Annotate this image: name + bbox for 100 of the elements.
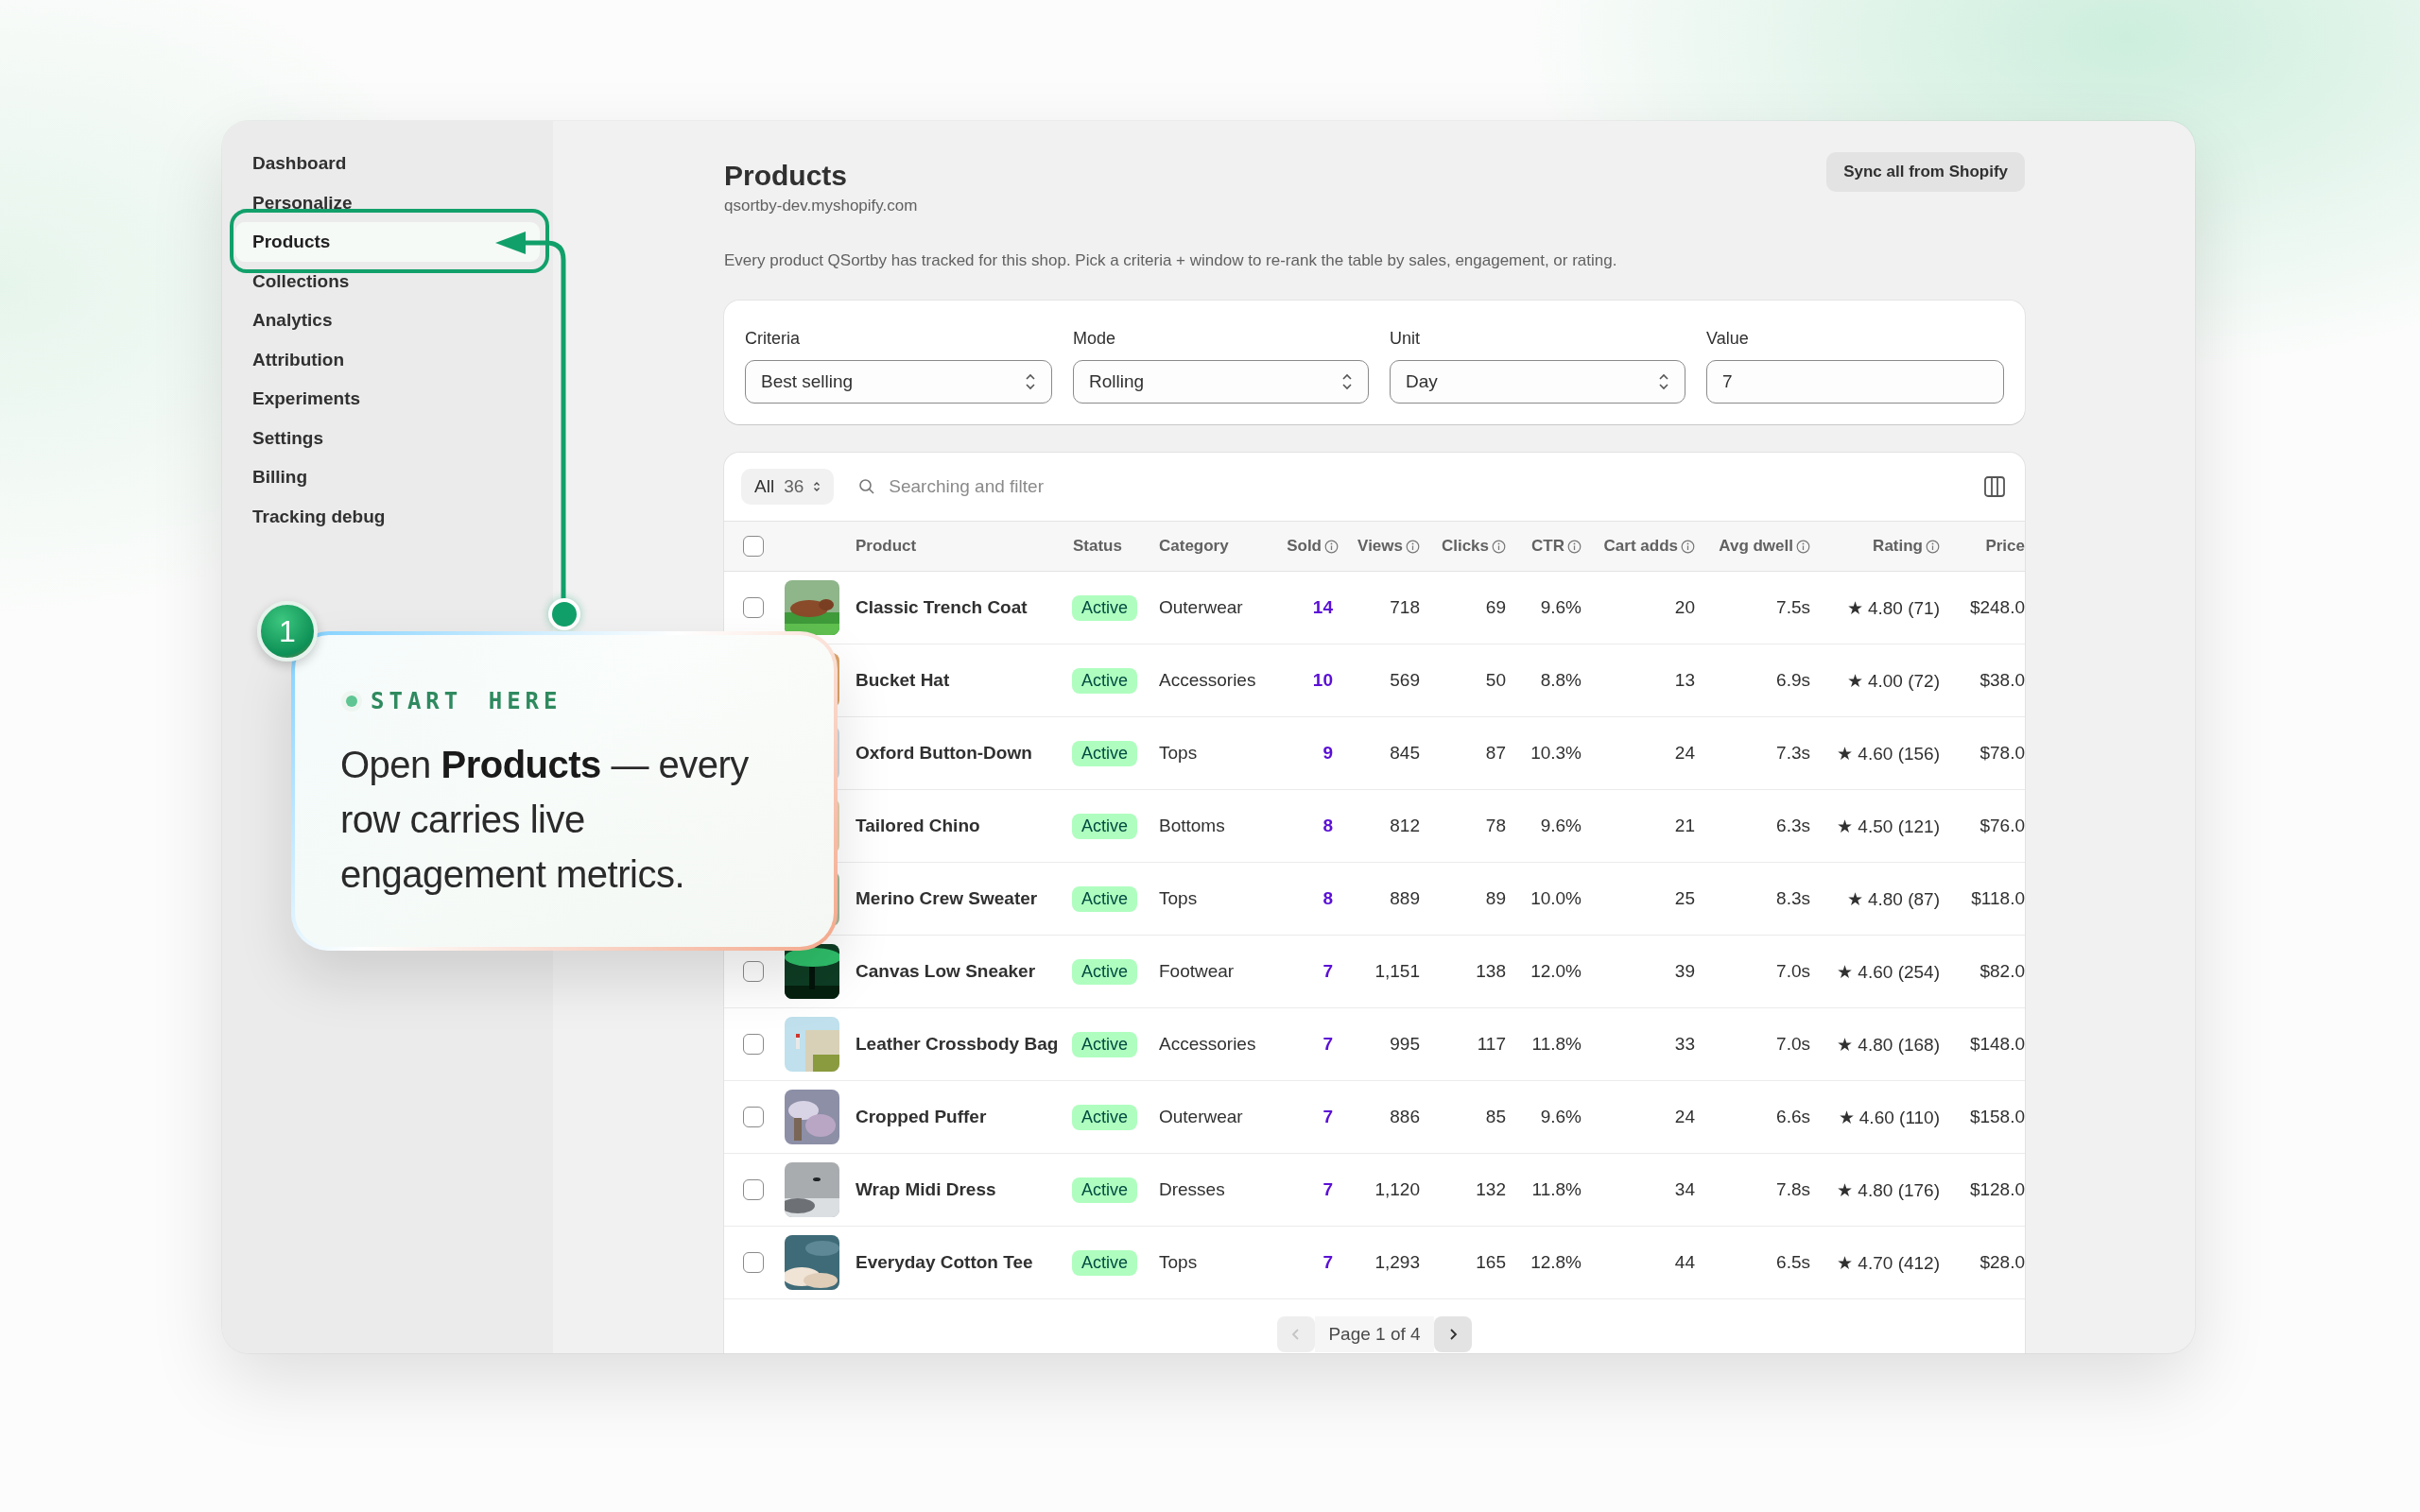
select-field[interactable]: Rolling [1073, 360, 1369, 404]
ctr-cell: 12.0% [1530, 961, 1582, 982]
select-field[interactable]: Day [1390, 360, 1685, 404]
ctr-cell: 11.8% [1531, 1179, 1582, 1200]
chevron-up-down-icon [1658, 372, 1669, 391]
select-all-checkbox[interactable] [743, 536, 764, 557]
sidebar-item[interactable]: Settings [235, 418, 540, 457]
row-checkbox[interactable] [743, 961, 764, 982]
sidebar-item[interactable]: Billing [235, 457, 540, 497]
sidebar-item[interactable]: Collections [235, 261, 540, 301]
sidebar-item[interactable]: Analytics [235, 301, 540, 340]
status-badge: Active [1072, 813, 1138, 839]
cart-adds-cell: 44 [1674, 1252, 1695, 1273]
category-cell: Outerwear [1159, 597, 1243, 618]
product-name: Leather Crossbody Bag [856, 1034, 1059, 1055]
clicks-cell: 132 [1476, 1179, 1506, 1200]
cart-adds-cell: 39 [1674, 961, 1695, 982]
column-header[interactable]: Product [856, 537, 917, 556]
clicks-cell: 87 [1485, 743, 1506, 764]
avg-dwell-cell: 7.0s [1776, 961, 1810, 982]
rating-cell: ★ 4.80 (168) [1837, 1033, 1940, 1056]
product-name: Wrap Midi Dress [856, 1179, 996, 1200]
cart-adds-cell: 21 [1674, 816, 1695, 836]
row-checkbox[interactable] [743, 1252, 764, 1273]
rating-cell: ★ 4.60 (254) [1837, 960, 1940, 983]
clicks-cell: 165 [1476, 1252, 1506, 1273]
search-field[interactable]: Searching and filter [887, 475, 1270, 498]
sidebar-item[interactable]: Tracking debug [235, 496, 540, 536]
column-header[interactable]: Category [1159, 537, 1229, 556]
rating-cell: ★ 4.60 (156) [1837, 742, 1940, 765]
column-header[interactable]: Sold [1287, 537, 1339, 556]
avg-dwell-cell: 6.6s [1776, 1107, 1810, 1127]
cart-adds-cell: 33 [1674, 1034, 1695, 1055]
product-name: Classic Trench Coat [856, 597, 1028, 618]
sold-cell-text: 7 [1322, 1034, 1334, 1055]
product-name: Merino Crew Sweater [856, 888, 1038, 909]
views-cell: 718 [1390, 597, 1420, 618]
column-header[interactable]: Cart adds [1603, 537, 1695, 556]
columns-icon[interactable] [1983, 475, 2006, 498]
views-cell: 845 [1390, 743, 1420, 764]
clicks-cell: 117 [1477, 1034, 1506, 1055]
filter-label: Value [1706, 329, 1750, 349]
price-cell: $78.0 [1979, 743, 2025, 764]
next-page-button[interactable] [1433, 1316, 1472, 1352]
category-cell: Accessories [1159, 1034, 1256, 1055]
views-cell: 1,151 [1374, 961, 1420, 982]
row-checkbox[interactable] [743, 1107, 764, 1127]
sidebar-item[interactable]: Products [235, 222, 540, 262]
filter-tab[interactable]: All 36 [741, 469, 835, 505]
row-checkbox[interactable] [743, 1034, 764, 1055]
rating-cell: ★ 4.80 (71) [1846, 596, 1940, 619]
sidebar-item[interactable]: Dashboard [235, 144, 540, 183]
category-cell: Dresses [1159, 1179, 1225, 1200]
sidebar-item[interactable]: Experiments [235, 379, 540, 419]
status-badge: Active [1072, 1031, 1138, 1057]
clicks-cell: 78 [1485, 816, 1506, 836]
sidebar-item[interactable]: Attribution [235, 339, 540, 379]
ctr-cell: 11.8% [1531, 1034, 1582, 1055]
views-cell: 812 [1390, 816, 1420, 836]
rating-cell: ★ 4.80 (87) [1846, 887, 1940, 910]
chevron-up-down-icon [1341, 372, 1353, 391]
column-header[interactable]: Avg dwell [1719, 537, 1810, 556]
column-header[interactable]: CTR [1531, 537, 1582, 556]
clicks-cell: 69 [1485, 597, 1506, 618]
row-checkbox[interactable] [743, 597, 764, 618]
price-cell: $248.0 [1969, 597, 2025, 618]
rating-cell: ★ 4.60 (110) [1838, 1106, 1940, 1128]
column-header[interactable]: Views [1357, 537, 1420, 556]
column-header[interactable]: Price [1985, 537, 2025, 556]
column-header[interactable]: Clicks [1441, 537, 1506, 556]
ctr-cell: 10.0% [1530, 888, 1582, 909]
views-cell: 569 [1390, 670, 1420, 691]
sold-cell-text: 8 [1322, 888, 1334, 909]
status-badge: Active [1072, 594, 1138, 621]
ctr-cell: 9.6% [1540, 1107, 1582, 1127]
select-field[interactable]: Best selling [745, 360, 1052, 404]
column-header[interactable]: Rating [1873, 537, 1940, 556]
sold-cell-text: 10 [1312, 670, 1334, 691]
column-header[interactable]: Status [1073, 537, 1122, 556]
sidebar-item[interactable]: Personalize [235, 182, 540, 222]
chevron-right-icon [1447, 1328, 1458, 1341]
sold-cell-text: 8 [1322, 816, 1334, 836]
filter-label: Unit [1390, 329, 1421, 349]
row-checkbox[interactable] [743, 1179, 764, 1200]
status-badge: Active [1072, 740, 1138, 766]
cart-adds-cell: 20 [1674, 597, 1695, 618]
sold-cell-text: 9 [1322, 743, 1334, 764]
callout-text: Open Products — every row carries live engagement metrics. [340, 743, 750, 897]
input-field[interactable]: 7 [1706, 360, 2004, 404]
ctr-cell: 12.8% [1530, 1252, 1582, 1273]
price-cell: $118.0 [1971, 888, 2025, 909]
shop-domain: qsortby-dev.myshopify.com [724, 197, 918, 215]
sync-button[interactable]: Sync all from Shopify [1826, 152, 2025, 192]
info-icon [1681, 539, 1695, 554]
clicks-cell: 50 [1485, 670, 1506, 691]
page-title: Products [724, 159, 849, 193]
product-name: Oxford Button-Down [856, 743, 1032, 764]
cart-adds-cell: 24 [1674, 743, 1695, 764]
clicks-cell: 89 [1485, 888, 1506, 909]
price-cell: $82.0 [1979, 961, 2025, 982]
